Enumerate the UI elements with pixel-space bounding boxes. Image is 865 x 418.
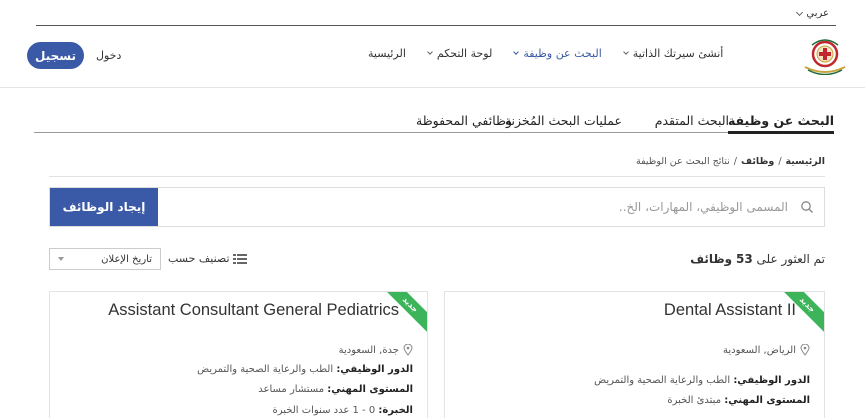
nav-item-create-cv[interactable]: أنشئ سيرتك الذاتية [622,47,724,60]
job-level-label: المستوى المهني: [724,395,810,406]
job-role: الدور الوظيفي: الطب والرعاية الصحية والت… [197,364,413,375]
caret-down-icon [58,257,64,261]
nav-item-label: أنشئ سيرتك الذاتية [632,47,724,60]
tab-job-search[interactable]: البحث عن وظيفة [727,113,834,134]
results-number: 53 [735,252,753,266]
job-card[interactable]: جديد Dental Assistant II الرياض, السعودي… [444,291,825,418]
job-role-value: الطب والرعاية الصحية والتمريض [594,375,731,386]
breadcrumb-current: نتائج البحث عن الوظيفة [636,156,730,167]
nav-item-label: الرئيسية [368,47,406,60]
job-location-text: جدة, السعودية [338,344,399,356]
search-bar: إيجاد الوظائف [49,187,825,227]
tab-saved-jobs[interactable]: وظائفي المحفوظة [416,113,512,128]
tab-advanced-search[interactable]: البحث المتقدم [655,113,729,128]
find-jobs-button[interactable]: إيجاد الوظائف [50,188,158,226]
job-level: المستوى المهني: مستشار مساعد [258,384,413,395]
results-count: تم العثور على 53 وظائف [690,252,825,266]
search-input[interactable] [158,188,794,226]
results-prefix: تم العثور على [756,252,825,266]
job-title[interactable]: Dental Assistant II [664,301,796,320]
breadcrumb-home[interactable]: الرئيسية [786,156,825,167]
job-role-label: الدور الوظيفي: [733,375,810,386]
breadcrumb: الرئيسية / وظائف / نتائج البحث عن الوظيف… [636,156,825,167]
login-link[interactable]: دخول [96,49,121,62]
nav-item-job-search[interactable]: البحث عن وظيفة [513,47,602,60]
sort-select[interactable]: تاريخ الإعلان [49,248,161,270]
language-label: عربي [806,8,829,19]
chevron-down-icon [513,49,520,55]
job-level-value: مستشار مساعد [258,384,325,395]
nav-item-dashboard[interactable]: لوحة التحكم [427,47,493,60]
chevron-down-icon [622,49,629,55]
breadcrumb-separator: / [733,156,737,167]
job-role-value: الطب والرعاية الصحية والتمريض [197,364,334,375]
location-pin-icon [403,344,413,356]
language-selector[interactable]: عربي [796,8,829,19]
job-level-label: المستوى المهني: [327,384,413,395]
site-logo[interactable] [802,37,848,75]
job-level: المستوى المهني: مبتدئ الخبرة [667,395,810,406]
job-location: الرياض, السعودية [723,344,810,356]
sort-by: تصنيف حسب [168,252,247,265]
sort-label: تصنيف حسب [168,252,230,265]
job-level-value: مبتدئ الخبرة [667,395,722,406]
location-pin-icon [800,344,810,356]
sort-list-icon [232,253,247,264]
job-experience-label: الخبرة: [378,405,413,416]
chevron-down-icon [427,49,433,55]
job-experience: الخبرة: 0 - 1 عدد سنوات الخبرة [272,405,413,416]
job-role: الدور الوظيفي: الطب والرعاية الصحية والت… [594,375,810,386]
job-role-label: الدور الوظيفي: [336,364,413,375]
breadcrumb-jobs[interactable]: وظائف [741,156,774,167]
sort-selected-value: تاريخ الإعلان [101,253,152,265]
tab-saved-searches[interactable]: عمليات البحث المُخزنة [505,113,622,128]
main-nav: الرئيسية لوحة التحكم البحث عن وظيفة أنشئ… [368,47,723,60]
job-location: جدة, السعودية [339,344,413,356]
job-location-text: الرياض, السعودية [723,344,796,356]
site-header: تسجيل دخول الرئيسية لوحة التحكم البحث عن… [0,26,865,88]
language-bar: عربي [36,0,836,26]
breadcrumb-separator: / [778,156,782,167]
register-button[interactable]: تسجيل [27,42,84,69]
chevron-down-icon [796,8,804,16]
job-card[interactable]: جديد Assistant Consultant General Pediat… [49,291,428,418]
nav-item-label: البحث عن وظيفة [523,47,602,60]
job-title[interactable]: Assistant Consultant General Pediatrics [108,301,399,320]
nav-item-label: لوحة التحكم [436,47,493,60]
search-tabs: البحث عن وظيفة البحث المتقدم عمليات البح… [34,110,834,134]
results-suffix: وظائف [690,252,733,266]
divider [49,176,825,177]
nav-item-home[interactable]: الرئيسية [368,47,406,60]
job-experience-value: 0 - 1 عدد سنوات الخبرة [272,405,376,416]
search-icon [801,201,813,213]
